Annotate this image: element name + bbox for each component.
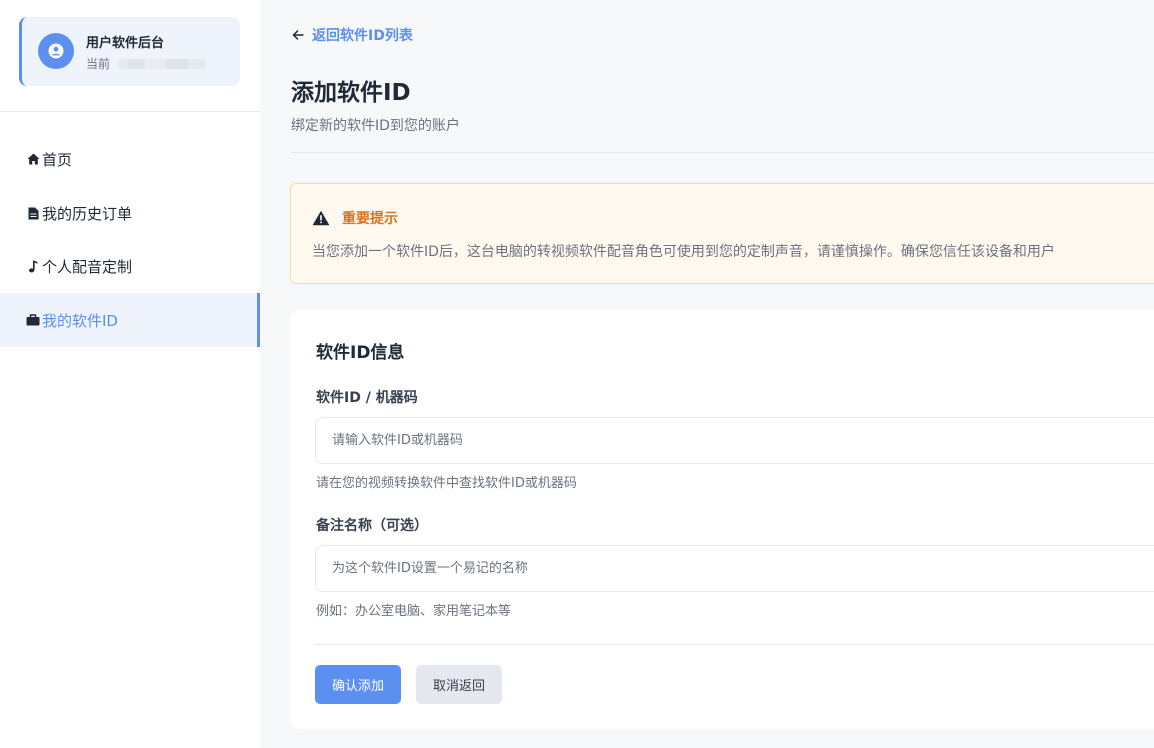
header-divider (291, 152, 1154, 153)
warning-icon (312, 210, 330, 226)
confirm-add-button[interactable]: 确认添加 (315, 665, 401, 704)
main-content: 返回软件ID列表 添加软件ID 绑定新的软件ID到您的账户 重要提示 当您添加一… (260, 0, 1154, 748)
document-icon (26, 206, 40, 220)
important-notice: 重要提示 当您添加一个软件ID后，这台电脑的转视频软件配音角色可使用到您的定制声… (290, 183, 1154, 284)
user-card-title: 用户软件后台 (86, 36, 165, 51)
home-icon (26, 152, 40, 166)
user-avatar-icon (38, 33, 74, 69)
software-id-help: 请在您的视频转换软件中查找软件ID或机器码 (316, 476, 577, 491)
sidebar-divider (0, 111, 260, 112)
sidebar-item-voice[interactable]: 个人配音定制 (0, 239, 260, 293)
back-link-label: 返回软件ID列表 (312, 28, 413, 44)
note-name-help: 例如：办公室电脑、家用笔记本等 (316, 604, 512, 619)
form-divider (315, 644, 1154, 645)
user-card-subtitle-prefix: 当前 (86, 57, 111, 71)
sidebar-item-label: 首页 (42, 150, 73, 169)
form-title: 软件ID信息 (316, 343, 405, 363)
note-name-label: 备注名称（可选） (316, 518, 428, 534)
music-note-icon (26, 259, 40, 273)
sidebar-item-software-id[interactable]: 我的软件ID (0, 293, 260, 347)
notice-header: 重要提示 (312, 208, 398, 228)
page-subtitle: 绑定新的软件ID到您的账户 (291, 118, 460, 134)
notice-title: 重要提示 (342, 211, 398, 227)
sidebar-item-label: 我的软件ID (42, 311, 118, 330)
sidebar-item-label: 个人配音定制 (42, 257, 133, 276)
page-title: 添加软件ID (291, 80, 411, 106)
cancel-back-button[interactable]: 取消返回 (416, 665, 502, 704)
sidebar-item-label: 我的历史订单 (42, 204, 133, 223)
sidebar-item-orders[interactable]: 我的历史订单 (0, 186, 260, 240)
software-id-input[interactable] (315, 417, 1154, 464)
redacted-account (118, 58, 207, 69)
software-id-label: 软件ID / 机器码 (316, 390, 418, 406)
note-name-input[interactable] (315, 545, 1154, 592)
sidebar: 用户软件后台 当前 首页 我的历史订单 个人配音定制 我的软件ID (0, 0, 260, 748)
notice-body: 当您添加一个软件ID后，这台电脑的转视频软件配音角色可使用到您的定制声音，请谨慎… (312, 244, 1055, 260)
arrow-left-icon (291, 28, 305, 42)
user-card: 用户软件后台 当前 (19, 17, 240, 86)
briefcase-icon (26, 313, 40, 327)
software-id-form-card: 软件ID信息 软件ID / 机器码 请在您的视频转换软件中查找软件ID或机器码 … (290, 309, 1154, 729)
user-card-subtitle: 当前 (86, 55, 207, 72)
sidebar-item-home[interactable]: 首页 (0, 132, 260, 186)
back-to-list-link[interactable]: 返回软件ID列表 (291, 25, 413, 45)
